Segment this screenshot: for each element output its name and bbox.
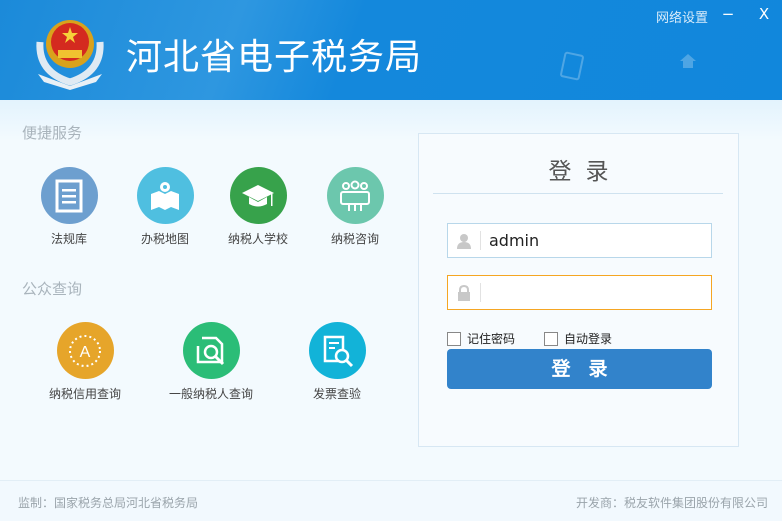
close-button[interactable]: X — [752, 0, 776, 28]
service-tax-consult[interactable]: 纳税咨询 — [300, 167, 410, 247]
query-label: 一般纳税人查询 — [168, 387, 253, 401]
footer: 监制：国家税务总局河北省税务局 开发商：税友软件集团股份有限公司 — [0, 480, 782, 521]
remember-password-checkbox[interactable]: 记住密码 — [447, 330, 515, 347]
password-input[interactable] — [447, 275, 712, 310]
network-settings-link[interactable]: 网络设置 — [656, 7, 708, 26]
public-query-heading: 公众查询 — [22, 280, 83, 298]
query-general-taxpayer[interactable]: 一般纳税人查询 — [156, 322, 266, 402]
username-input[interactable]: admin — [447, 223, 712, 258]
query-invoice-verify[interactable]: 发票查验 — [282, 322, 392, 402]
credit-laurel-icon: A — [69, 334, 101, 367]
minimize-button[interactable]: − — [716, 0, 740, 28]
national-emblem-icon — [36, 20, 104, 90]
service-taxpayer-school[interactable]: 纳税人学校 — [203, 167, 313, 247]
service-label: 纳税人学校 — [227, 232, 288, 246]
quick-services-heading: 便捷服务 — [22, 124, 83, 142]
people-group-icon — [340, 180, 370, 211]
graduation-cap-icon — [242, 184, 274, 206]
regulations-book-icon — [55, 179, 83, 212]
username-value: admin — [489, 231, 540, 250]
header: 河北省电子税务局 网络设置 − X — [0, 0, 782, 100]
auto-login-checkbox[interactable]: 自动登录 — [544, 330, 612, 347]
remember-password-label: 记住密码 — [467, 332, 516, 346]
invoice-search-icon — [323, 335, 354, 367]
clipboard-icon — [560, 51, 584, 81]
divider — [433, 193, 723, 194]
login-button[interactable]: 登录 — [447, 349, 712, 389]
query-label: 发票查验 — [312, 387, 361, 401]
query-label: 纳税信用查询 — [48, 387, 121, 401]
service-regulations[interactable]: 法规库 — [14, 167, 124, 247]
app-title: 河北省电子税务局 — [126, 37, 423, 78]
map-pin-icon — [151, 181, 179, 210]
supervisor-text: 监制：国家税务总局河北省税务局 — [18, 496, 199, 510]
home-icon — [680, 54, 696, 68]
developer-text: 开发商：税友软件集团股份有限公司 — [575, 496, 768, 510]
svg-text:A: A — [80, 344, 91, 361]
document-search-icon — [196, 336, 225, 365]
query-tax-credit[interactable]: A 纳税信用查询 — [30, 322, 140, 402]
service-label: 纳税咨询 — [330, 232, 379, 246]
login-panel: 登录 admin 记住密码 自动登录 登录 — [418, 133, 739, 447]
user-icon — [457, 233, 471, 249]
auto-login-label: 自动登录 — [564, 332, 613, 346]
lock-icon — [458, 284, 470, 301]
login-title: 登录 — [548, 159, 623, 185]
service-label: 法规库 — [50, 232, 87, 246]
